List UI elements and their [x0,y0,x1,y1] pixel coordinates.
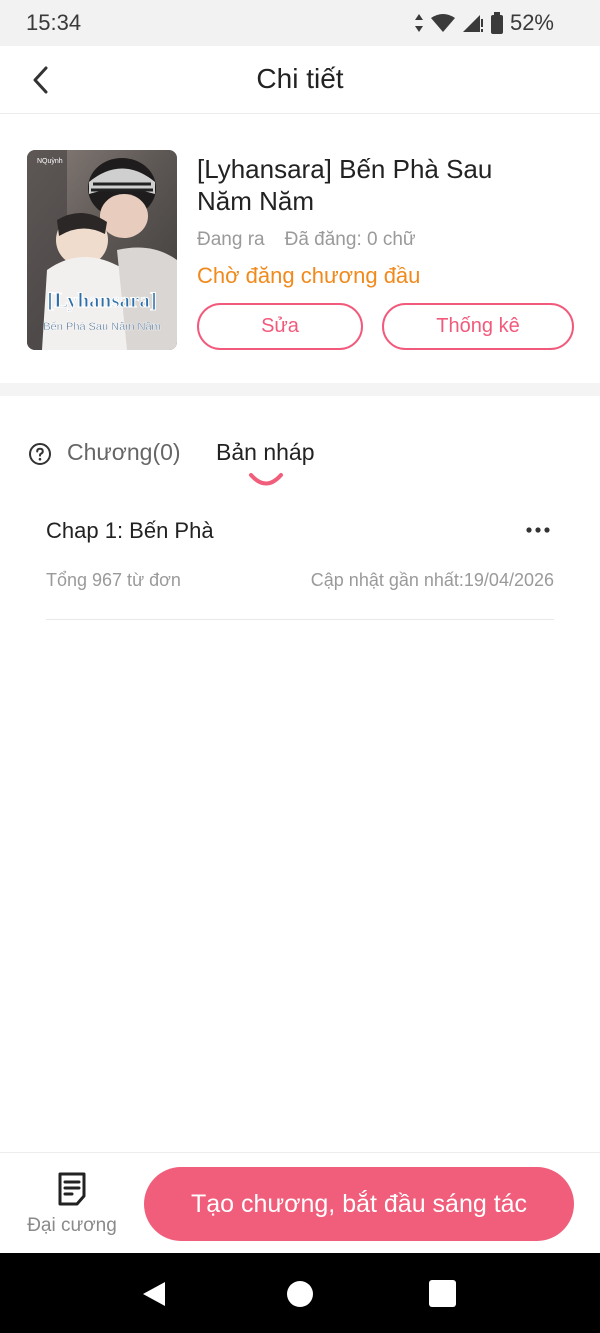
tab-drafts[interactable]: Bản nháp [216,439,314,466]
draft-title: Chap 1: Bến Phà [46,518,214,543]
document-list-icon [58,1172,86,1206]
nav-recents-icon[interactable] [429,1280,456,1307]
system-nav-bar [0,1253,600,1333]
book-published-count: Đã đăng: 0 chữ [284,229,416,250]
tab-bar: Chương(0) Bản nháp [0,396,600,496]
wifi-icon [430,14,455,32]
status-time: 15:34 [26,10,82,35]
nav-back-icon[interactable] [140,1280,168,1308]
battery-icon [490,12,503,34]
outline-button[interactable]: Đại cương [22,1171,122,1241]
create-chapter-button[interactable]: Tạo chương, bắt đầu sáng tác [144,1167,574,1241]
book-state: Đang ra [197,229,265,250]
bottom-action-bar: Đại cương Tạo chương, bắt đầu sáng tác [0,1152,600,1253]
book-status: Chờ đăng chương đầu [197,263,421,288]
nav-home-icon[interactable] [287,1281,313,1307]
status-bar: 15:34 52% [0,0,600,46]
page-title: Chi tiết [256,63,344,94]
header: Chi tiết [0,46,600,114]
draft-word-count: Tổng 967 từ đơn [46,570,181,590]
book-info: NQuỳnh [Lyhansara] Bến Phà Sau Năm Năm [… [0,115,600,383]
stats-button[interactable]: Thống kê [382,303,574,350]
draft-updated-date: Cập nhật gần nhất:19/04/2026 [310,570,554,590]
active-tab-indicator [249,473,283,486]
more-horizontal-icon[interactable] [524,516,552,544]
list-item[interactable]: Chap 1: Bến Phà Tổng 967 từ đơn Cập nhật… [46,500,554,620]
status-icons: 52% [414,10,554,36]
cover-title-text: [Lyhansara] [47,288,157,312]
book-meta: Đang ra Đã đăng: 0 chữ [197,229,416,251]
cover-subtitle-text: Bến Phà Sau Năm Năm [43,321,160,333]
book-cover[interactable]: NQuỳnh [Lyhansara] Bến Phà Sau Năm Năm [27,150,177,350]
question-circle-icon[interactable] [28,442,52,466]
tab-chapters[interactable]: Chương(0) [67,439,181,466]
data-transfer-icon [414,14,423,32]
cover-author-tag: NQuỳnh [37,158,63,165]
cell-signal-icon [462,15,483,32]
cover-image: NQuỳnh [Lyhansara] Bến Phà Sau Năm Năm [27,150,177,350]
edit-button[interactable]: Sửa [197,303,363,350]
section-divider [0,383,600,396]
battery-percentage: 52% [509,10,554,35]
outline-label: Đại cương [27,1215,117,1236]
book-title: [Lyhansara] Bến Phà Sau Năm Năm [197,154,493,216]
